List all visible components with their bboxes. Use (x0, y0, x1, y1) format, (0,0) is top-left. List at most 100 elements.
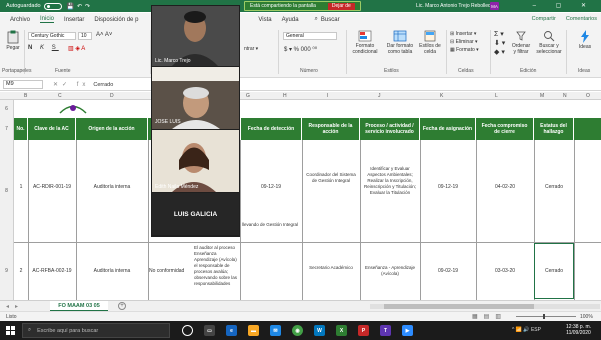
teams-icon[interactable]: T (380, 325, 391, 336)
zoom-level[interactable]: 100% (580, 314, 593, 320)
edge-icon[interactable]: e (226, 325, 237, 336)
format-cells-button[interactable]: ▦ Formato ▾ (450, 46, 479, 54)
row1-fecha-compromiso[interactable]: 04-02-20 (476, 184, 534, 190)
currency-format-icon[interactable]: $ ▾ % 000 ⁰⁰ (284, 46, 317, 53)
row-header-6[interactable]: 6 (0, 100, 14, 118)
font-style-buttons[interactable]: N K S (28, 45, 59, 51)
zoom-slider[interactable] (516, 316, 576, 317)
row-header-8[interactable]: 8 (0, 140, 14, 242)
font-size-select[interactable]: 10 (78, 32, 92, 40)
tab-disposicion[interactable]: Disposición de p (94, 17, 138, 23)
taskbar-search[interactable]: ⌕ Escribe aquí para buscar (22, 323, 170, 338)
row2-responsable[interactable]: Secretario Académico (304, 265, 358, 271)
row1-proceso[interactable]: Identificar y Evaluar Aspectos Ambiental… (362, 166, 418, 196)
row-header-7[interactable]: 7 (0, 118, 14, 140)
fx-icon[interactable]: ✕✓ fx (53, 81, 89, 88)
window-controls[interactable]: – ▢ ✕ (533, 2, 595, 9)
taskbar-clock[interactable]: 12:38 p. m. 11/09/2020 (566, 324, 591, 336)
ideas-button[interactable]: Ideas (575, 30, 595, 50)
row-header-9[interactable]: 9 (0, 242, 14, 300)
avatar[interactable]: MA (490, 2, 499, 10)
zoom-icon[interactable]: ▶ (402, 325, 413, 336)
row2-overflow-text[interactable]: El auditor al proceso Enseñanza Aprendiz… (194, 245, 238, 287)
grow-font-icon[interactable]: A˄ A˅ (96, 32, 112, 38)
row2-fecha-compromiso[interactable]: 03-03-20 (476, 268, 534, 274)
row1-overflow-text[interactable]: llevando de Gestión Integral (242, 222, 300, 228)
row1-fecha-deteccion[interactable]: 09-12-19 (240, 184, 302, 190)
col-header-k[interactable]: K (440, 93, 443, 99)
col-header-i[interactable]: I (327, 93, 328, 99)
account-name[interactable]: Lic. Marco Antonio Trejo Rebolledo (416, 3, 494, 9)
presenter-tile[interactable]: LUIS GALICIA (152, 193, 239, 235)
delete-cells-button[interactable]: ⊟ Eliminar ▾ (450, 38, 479, 46)
excel-icon[interactable]: X (336, 325, 347, 336)
wrap-text-icon[interactable]: ntrar ▾ (244, 46, 258, 52)
insert-cells-button[interactable]: ⊞ Insertar ▾ (450, 30, 479, 38)
mail-icon[interactable]: ✉ (270, 325, 281, 336)
system-tray[interactable]: ^ 📶 🔊 ESP (512, 327, 541, 333)
row1-estatus[interactable]: Cerrado (534, 184, 574, 190)
row2-no[interactable]: 2 (14, 268, 28, 274)
col-header-o[interactable]: O (586, 93, 590, 99)
number-format-select[interactable]: General (283, 32, 337, 40)
row1-no[interactable]: 1 (14, 184, 28, 190)
formula-input[interactable]: Cerrado (93, 82, 113, 88)
participant-tile-1[interactable]: Lic. Marco Trejo (152, 6, 239, 66)
row1-clave[interactable]: AC-RDIR-001-19 (28, 184, 76, 190)
paste-button[interactable]: Pegar (4, 30, 22, 51)
row2-clave[interactable]: AC-RFBA-002-19 (28, 268, 76, 274)
row2-tipo[interactable]: No conformidad (149, 268, 197, 274)
chrome-icon[interactable]: ◉ (292, 325, 303, 336)
comments-button[interactable]: Comentarios (566, 16, 597, 22)
row2-origen[interactable]: Auditoría interna (76, 268, 148, 274)
row1-fecha-asignacion[interactable]: 09-12-19 (420, 184, 476, 190)
video-call-panel[interactable]: Lic. Marco Trejo JOSE LUIS Edith Naila M… (151, 5, 240, 237)
col-header-j[interactable]: J (378, 93, 381, 99)
tab-archivo[interactable]: Archivo (10, 17, 30, 23)
horizontal-scrollbar[interactable] (370, 304, 600, 309)
sort-filter-button[interactable]: Ordenar y filtrar (510, 30, 532, 55)
view-buttons[interactable]: ▦▤▥ (472, 313, 507, 320)
tab-vista[interactable]: Vista (258, 17, 271, 23)
conditional-format-button[interactable]: Formato condicional (350, 30, 380, 55)
powerpoint-icon[interactable]: P (358, 325, 369, 336)
quick-access-toolbar[interactable]: 💾↶↷ (67, 3, 94, 10)
file-explorer-icon[interactable]: ▬ (248, 325, 259, 336)
col-header-m[interactable]: M (540, 93, 544, 99)
participant-tile-2[interactable]: JOSE LUIS (152, 67, 239, 129)
autosum-icon[interactable]: Σ ▾ ⬇ ▾ ◆ ▾ (494, 30, 505, 57)
windows-start-icon[interactable] (6, 326, 15, 335)
autosave-toggle[interactable] (43, 2, 62, 10)
col-header-n[interactable]: N (563, 93, 567, 99)
col-header-c[interactable]: C (58, 93, 62, 99)
zoom-slider-thumb[interactable] (543, 314, 545, 319)
row1-responsable[interactable]: Coordinador del Sistema de Gestión Integ… (304, 172, 358, 184)
col-header-d[interactable]: D (110, 93, 114, 99)
tab-ayuda[interactable]: Ayuda (282, 17, 299, 23)
tab-inicio[interactable]: Inicio (40, 16, 55, 23)
cells-group[interactable]: ⊞ Insertar ▾ ⊟ Eliminar ▾ ▦ Formato ▾ (450, 30, 479, 54)
font-name-select[interactable]: Century Gothic (28, 32, 76, 40)
col-header-g[interactable]: G (246, 93, 250, 99)
scrollbar-thumb[interactable] (384, 304, 534, 309)
row2-proceso[interactable]: Enseñanza - Aprendizaje (Avícola) (362, 265, 418, 277)
row1-origen[interactable]: Auditoría interna (76, 184, 148, 190)
worksheet-grid[interactable]: No. Clave de la AC Origen de la acción F… (14, 100, 601, 300)
format-as-table-button[interactable]: Dar formato como tabla (384, 30, 416, 55)
ribbon-search[interactable]: ⌕ Buscar (315, 16, 340, 23)
add-sheet-icon[interactable]: + (118, 302, 126, 310)
find-select-button[interactable]: Buscar y seleccionar (536, 30, 562, 55)
row2-fecha-asignacion[interactable]: 09-02-19 (420, 268, 476, 274)
tab-insertar[interactable]: Insertar (64, 17, 84, 23)
col-header-l[interactable]: L (495, 93, 498, 99)
stop-sharing-button[interactable]: Dejar de (327, 2, 355, 10)
participant-tile-3[interactable]: Edith Naila Méndez (152, 130, 239, 192)
col-header-h[interactable]: H (283, 93, 287, 99)
share-button[interactable]: Compartir (532, 16, 556, 22)
col-header-b[interactable]: B (24, 93, 27, 99)
word-icon[interactable]: W (314, 325, 325, 336)
language-indicator[interactable]: ESP (531, 327, 541, 333)
task-view-icon[interactable] (182, 325, 193, 336)
name-box[interactable]: M9 (3, 80, 43, 89)
font-color-icon[interactable]: ▥ ◈ A (68, 45, 85, 52)
